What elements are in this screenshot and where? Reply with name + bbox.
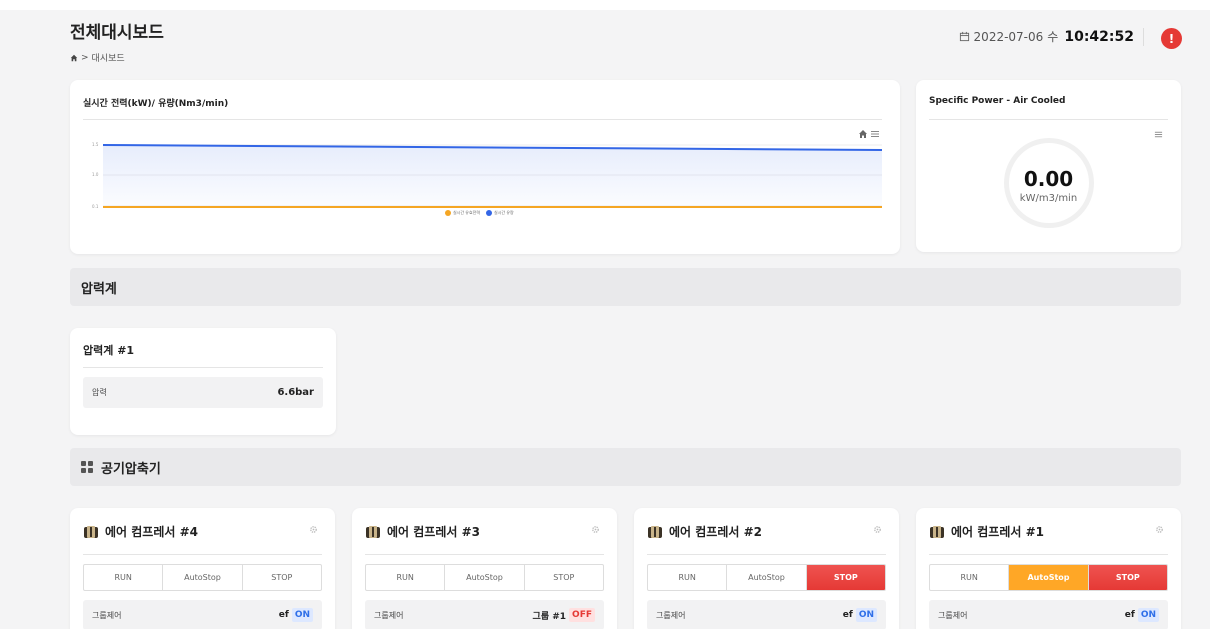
stop-button[interactable]: STOP bbox=[525, 565, 603, 590]
divider bbox=[83, 367, 323, 368]
group-control-label: 그룹제어 bbox=[374, 610, 404, 620]
breadcrumb-current: 대시보드 bbox=[91, 54, 125, 64]
group-name: ef bbox=[842, 610, 853, 620]
calendar-icon bbox=[959, 31, 969, 42]
divider bbox=[929, 119, 1168, 120]
group-control-row: 그룹제어 그룹 #1 OFF bbox=[365, 600, 604, 629]
compressor-name: 에어 컴프레서 #4 bbox=[105, 525, 199, 539]
specific-power-value: 0.00 bbox=[1023, 167, 1074, 191]
current-datetime: 2022-07-06 수 10:42:52 bbox=[959, 28, 1134, 45]
gear-icon[interactable] bbox=[1155, 525, 1164, 534]
group-status-badge[interactable]: ON bbox=[1137, 608, 1159, 622]
legend-item-power[interactable]: 실시간 유효전력 bbox=[445, 210, 480, 216]
grid-icon bbox=[81, 461, 93, 473]
pressure-card-title: 압력계 #1 bbox=[83, 344, 135, 357]
divider bbox=[365, 554, 604, 555]
gear-icon[interactable] bbox=[591, 525, 600, 534]
state-buttons: RUN AutoStop STOP bbox=[647, 564, 886, 591]
group-control-label: 그룹제어 bbox=[92, 610, 122, 620]
group-control-row: 그룹제어 ef ON bbox=[647, 600, 886, 629]
specific-power-unit: kW/m3/min bbox=[1019, 193, 1078, 204]
run-button[interactable]: RUN bbox=[930, 565, 1010, 590]
compressor-card: 에어 컴프레서 #3 RUN AutoStop STOP 그룹제어 그룹 #1 O… bbox=[352, 508, 617, 629]
run-button[interactable]: RUN bbox=[84, 565, 164, 590]
pressure-section-header: 압력계 bbox=[70, 268, 1181, 306]
section-title: 공기압축기 bbox=[101, 461, 161, 477]
stop-button[interactable]: STOP bbox=[1088, 565, 1167, 590]
group-control-row: 그룹제어 ef ON bbox=[83, 600, 322, 629]
current-weekday: 수 bbox=[1047, 30, 1059, 44]
run-button[interactable]: RUN bbox=[366, 565, 446, 590]
group-control-label: 그룹제어 bbox=[656, 610, 686, 620]
power-flow-chart-card: 실시간 전력(kW)/ 유량(Nm3/min) 1.5 1.0 0.1 실시간 … bbox=[70, 80, 900, 254]
page-header: 전체대시보드 > 대시보드 2022-07-06 수 10:42:52 ! bbox=[70, 18, 1182, 68]
chart-plot: 1.5 1.0 0.1 bbox=[92, 142, 883, 209]
group-status-badge[interactable]: OFF bbox=[569, 608, 595, 622]
chart-legend: 실시간 유효전력 실시간 유량 bbox=[445, 210, 514, 216]
state-buttons: RUN AutoStop STOP bbox=[83, 564, 322, 591]
state-buttons: RUN AutoStop STOP bbox=[929, 564, 1168, 591]
compressor-icon bbox=[84, 525, 98, 538]
breadcrumb: > 대시보드 bbox=[70, 51, 1182, 64]
gear-icon[interactable] bbox=[873, 525, 882, 534]
divider bbox=[929, 554, 1168, 555]
y-tick-label: 0.1 bbox=[92, 204, 99, 209]
compressor-icon bbox=[930, 525, 944, 538]
specific-power-title: Specific Power - Air Cooled bbox=[929, 96, 1066, 106]
compressor-card: 에어 컴프레서 #1 RUN AutoStop STOP 그룹제어 ef ON bbox=[916, 508, 1181, 629]
y-tick-label: 1.0 bbox=[92, 172, 99, 177]
pressure-label: 압력 bbox=[92, 388, 107, 397]
compressor-header: 에어 컴프레서 #1 bbox=[929, 523, 1044, 540]
divider bbox=[83, 554, 322, 555]
pressure-row: 압력 6.6bar bbox=[83, 377, 323, 408]
header-divider bbox=[1143, 28, 1144, 46]
group-control-label: 그룹제어 bbox=[938, 610, 968, 620]
compressor-header: 에어 컴프레서 #2 bbox=[647, 523, 762, 540]
autostop-button[interactable]: AutoStop bbox=[727, 565, 807, 590]
compressor-card: 에어 컴프레서 #4 RUN AutoStop STOP 그룹제어 ef ON bbox=[70, 508, 335, 629]
home-icon[interactable] bbox=[70, 54, 78, 62]
section-title: 압력계 bbox=[81, 281, 117, 297]
compressor-section-header: 공기압축기 bbox=[70, 448, 1181, 486]
autostop-button[interactable]: AutoStop bbox=[445, 565, 525, 590]
group-status-badge[interactable]: ON bbox=[855, 608, 877, 622]
compressor-name: 에어 컴프레서 #3 bbox=[387, 525, 481, 539]
compressor-icon bbox=[366, 525, 380, 538]
compressor-name: 에어 컴프레서 #1 bbox=[951, 525, 1045, 539]
legend-item-flow[interactable]: 실시간 유량 bbox=[486, 210, 514, 216]
chart-title: 실시간 전력(kW)/ 유량(Nm3/min) bbox=[83, 99, 229, 109]
group-status-badge[interactable]: ON bbox=[291, 608, 313, 622]
group-name: 그룹 #1 bbox=[532, 611, 567, 622]
autostop-button[interactable]: AutoStop bbox=[163, 565, 243, 590]
menu-icon[interactable] bbox=[1154, 130, 1163, 139]
pressure-gauge-card: 압력계 #1 압력 6.6bar bbox=[70, 328, 336, 435]
flow-area bbox=[103, 145, 882, 206]
state-buttons: RUN AutoStop STOP bbox=[365, 564, 604, 591]
current-date: 2022-07-06 bbox=[973, 29, 1044, 44]
current-time: 10:42:52 bbox=[1064, 28, 1134, 45]
breadcrumb-separator: > bbox=[81, 52, 89, 63]
group-name: ef bbox=[278, 610, 289, 620]
stop-button[interactable]: STOP bbox=[243, 565, 321, 590]
group-name: ef bbox=[1124, 610, 1135, 620]
stop-button[interactable]: STOP bbox=[806, 565, 885, 590]
autostop-button[interactable]: AutoStop bbox=[1009, 565, 1089, 590]
gear-icon[interactable] bbox=[309, 525, 318, 534]
compressor-header: 에어 컴프레서 #4 bbox=[83, 523, 198, 540]
divider bbox=[647, 554, 886, 555]
compressor-card: 에어 컴프레서 #2 RUN AutoStop STOP 그룹제어 ef ON bbox=[634, 508, 899, 629]
specific-power-card: Specific Power - Air Cooled 0.00 kW/m3/m… bbox=[916, 80, 1181, 252]
compressor-header: 에어 컴프레서 #3 bbox=[365, 523, 480, 540]
alert-button[interactable]: ! bbox=[1161, 28, 1182, 49]
top-strip bbox=[0, 0, 1210, 10]
compressor-name: 에어 컴프레서 #2 bbox=[669, 525, 763, 539]
pressure-value: 6.6bar bbox=[277, 387, 314, 398]
compressor-icon bbox=[648, 525, 662, 538]
run-button[interactable]: RUN bbox=[648, 565, 728, 590]
group-control-row: 그룹제어 ef ON bbox=[929, 600, 1168, 629]
y-tick-label: 1.5 bbox=[92, 142, 99, 147]
